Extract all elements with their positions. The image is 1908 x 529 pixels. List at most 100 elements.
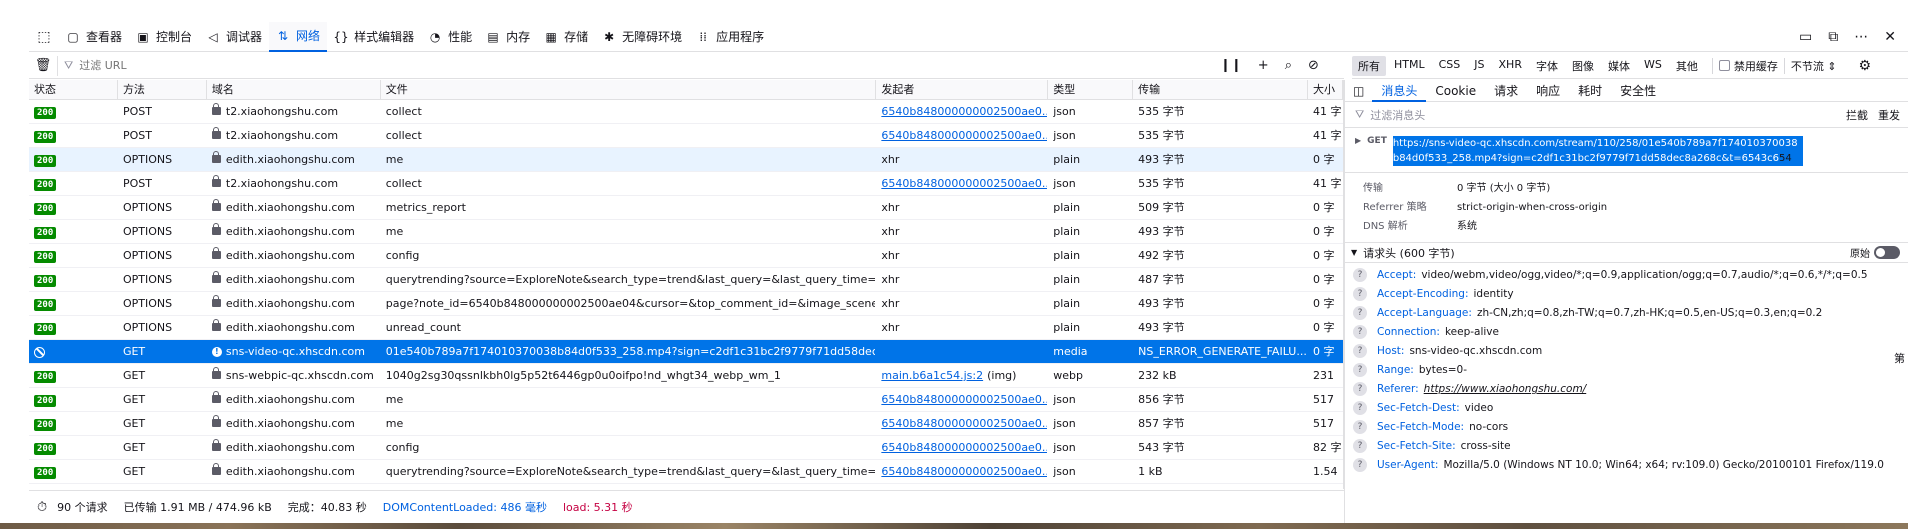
header-row[interactable]: ? Sec-Fetch-Mode: no-cors xyxy=(1353,418,1908,437)
details-tab-0[interactable]: 消息头 xyxy=(1372,80,1427,102)
element-picker-icon[interactable]: ⬚ xyxy=(29,22,59,52)
table-row[interactable]: 200 OPTIONS edith.xiaohongshu.com page?note… xyxy=(29,292,1343,316)
tab-inspector[interactable]: ▢ 查看器 xyxy=(59,22,129,52)
header-row[interactable]: ? Referer: https://www.xiaohongshu.com/ xyxy=(1353,380,1908,399)
help-icon[interactable]: ? xyxy=(1353,458,1367,472)
tab-accessibility[interactable]: ✱ 无障碍环境 xyxy=(595,22,689,52)
help-icon[interactable]: ? xyxy=(1353,306,1367,320)
block-button[interactable]: 拦截 xyxy=(1846,107,1868,123)
request-url[interactable]: https://sns-video-qc.xhscdn.com/stream/1… xyxy=(1392,136,1803,166)
table-row[interactable]: 200 POST t2.xiaohongshu.com collect 6540b848… xyxy=(29,100,1343,124)
help-icon[interactable]: ? xyxy=(1353,420,1367,434)
table-row[interactable]: 200 GET edith.xiaohongshu.com config 6540b84… xyxy=(29,436,1343,460)
block-icon[interactable]: ⊘ xyxy=(1308,58,1319,73)
table-row[interactable]: GET! sns-video-qc.xhscdn.com 01e540b789a7f… xyxy=(29,340,1343,364)
resend-button[interactable]: 重发 xyxy=(1878,107,1900,123)
type-filter-4[interactable]: XHR xyxy=(1493,56,1528,76)
col-file[interactable]: 文件 xyxy=(381,80,877,99)
help-icon[interactable]: ? xyxy=(1353,382,1367,396)
type-filter-6[interactable]: 图像 xyxy=(1566,56,1600,76)
details-tab-3[interactable]: 响应 xyxy=(1527,80,1569,102)
col-domain[interactable]: 域名 xyxy=(207,80,381,99)
pause-icon[interactable]: ❙❙ xyxy=(1220,58,1242,73)
type-filter-8[interactable]: WS xyxy=(1638,56,1668,76)
close-icon[interactable]: ✕ xyxy=(1884,29,1896,45)
filter-url-box[interactable]: ⛛ xyxy=(57,55,1212,76)
search-icon[interactable]: ⌕ xyxy=(1285,58,1292,73)
tab-storage[interactable]: ▦ 存储 xyxy=(537,22,595,52)
table-row[interactable]: 200 OPTIONS edith.xiaohongshu.com unread_co… xyxy=(29,316,1343,340)
dock-icon[interactable]: ⧉ xyxy=(1828,29,1838,45)
help-icon[interactable]: ? xyxy=(1353,268,1367,282)
initiator-link[interactable]: 6540b848000000002500ae0... xyxy=(881,177,1047,190)
trash-icon[interactable]: 🗑 xyxy=(29,58,57,73)
request-headers-section[interactable]: ▼ 请求头 (600 字节) 原始 xyxy=(1345,243,1908,263)
more-options-icon[interactable]: ⋯ xyxy=(1854,29,1868,45)
collapse-arrow-icon[interactable]: ▼ xyxy=(1351,248,1357,257)
help-icon[interactable]: ? xyxy=(1353,439,1367,453)
header-row[interactable]: ? Range: bytes=0- xyxy=(1353,361,1908,380)
help-icon[interactable]: ? xyxy=(1353,287,1367,301)
col-status[interactable]: 状态 xyxy=(29,80,118,99)
table-row[interactable]: 200 GET edith.xiaohongshu.com me 6540b848000… xyxy=(29,388,1343,412)
tab-style-editor[interactable]: {} 样式编辑器 xyxy=(327,22,421,52)
table-row[interactable]: 200 GET edith.xiaohongshu.com me 6540b848000… xyxy=(29,412,1343,436)
throttle-select[interactable]: 不节流 ⇕ xyxy=(1791,58,1837,74)
col-initiator[interactable]: 发起者 xyxy=(876,80,1049,99)
tab-performance[interactable]: ◔ 性能 xyxy=(421,22,479,52)
details-tab-4[interactable]: 耗时 xyxy=(1569,80,1611,102)
initiator-link[interactable]: 6540b848000000002500ae0... xyxy=(881,417,1047,430)
headers-filter[interactable]: ⛛ 过滤消息头 拦截 重发 xyxy=(1345,102,1908,128)
initiator-link[interactable]: 6540b848000000002500ae0... xyxy=(881,129,1047,142)
type-filter-3[interactable]: JS xyxy=(1468,56,1490,76)
header-row[interactable]: ? Accept-Language: zh-CN,zh;q=0.8,zh-TW;q=… xyxy=(1353,304,1908,323)
tab-debugger[interactable]: ◁ 调试器 xyxy=(199,22,269,52)
type-filter-1[interactable]: HTML xyxy=(1388,56,1431,76)
table-row[interactable]: 200 OPTIONS edith.xiaohongshu.com me xhr plai… xyxy=(29,148,1343,172)
details-tab-5[interactable]: 安全性 xyxy=(1611,80,1665,102)
table-row[interactable]: 200 GET edith.xiaohongshu.com querytrending… xyxy=(29,460,1343,484)
raw-toggle[interactable]: 原始 xyxy=(1850,245,1900,260)
header-row[interactable]: ? Host: sns-video-qc.xhscdn.com xyxy=(1353,342,1908,361)
table-row[interactable]: 200 OPTIONS edith.xiaohongshu.com config xhr… xyxy=(29,244,1343,268)
tab-network[interactable]: ⇅ 网络 xyxy=(269,21,328,52)
type-filter-5[interactable]: 字体 xyxy=(1530,56,1564,76)
table-row[interactable]: 200 POST t2.xiaohongshu.com collect 6540b848… xyxy=(29,124,1343,148)
disable-cache-checkbox[interactable]: 禁用缓存 xyxy=(1718,58,1778,74)
initiator-link[interactable]: 6540b848000000002500ae0... xyxy=(881,465,1047,478)
initiator-link[interactable]: 6540b848000000002500ae0... xyxy=(881,393,1047,406)
initiator-link[interactable]: main.b6a1c54.js:2 xyxy=(881,369,983,382)
filter-url-input[interactable] xyxy=(79,59,980,72)
header-row[interactable]: ? Sec-Fetch-Dest: video xyxy=(1353,399,1908,418)
type-filter-0[interactable]: 所有 xyxy=(1352,55,1386,76)
settings-gear-icon[interactable]: ⚙ xyxy=(1859,58,1872,74)
help-icon[interactable]: ? xyxy=(1353,401,1367,415)
add-icon[interactable]: + xyxy=(1258,58,1269,73)
col-type[interactable]: 类型 xyxy=(1048,80,1134,99)
type-filter-2[interactable]: CSS xyxy=(1433,56,1467,76)
tab-memory[interactable]: ▤ 内存 xyxy=(479,22,537,52)
header-row[interactable]: ? User-Agent: Mozilla/5.0 (Windows NT 10.0… xyxy=(1353,456,1908,475)
header-row[interactable]: ? Accept-Encoding: identity xyxy=(1353,285,1908,304)
table-row[interactable]: 200 GET sns-webpic-qc.xhscdn.com 1040g2sg30… xyxy=(29,364,1343,388)
header-row[interactable]: ? Sec-Fetch-Site: cross-site xyxy=(1353,437,1908,456)
initiator-link[interactable]: 6540b848000000002500ae0... xyxy=(881,105,1047,118)
initiator-link[interactable]: 6540b848000000002500ae0... xyxy=(881,441,1047,454)
type-filter-7[interactable]: 媒体 xyxy=(1602,56,1636,76)
col-method[interactable]: 方法 xyxy=(118,80,207,99)
type-filter-9[interactable]: 其他 xyxy=(1670,56,1704,76)
expand-arrow-icon[interactable]: ▶ xyxy=(1355,136,1361,166)
help-icon[interactable]: ? xyxy=(1353,363,1367,377)
table-row[interactable]: 200 POST t2.xiaohongshu.com collect 6540b848… xyxy=(29,172,1343,196)
table-row[interactable]: 200 OPTIONS edith.xiaohongshu.com querytren… xyxy=(29,268,1343,292)
details-tab-1[interactable]: Cookie xyxy=(1426,80,1485,102)
col-size[interactable]: 大小 xyxy=(1308,80,1343,99)
col-transferred[interactable]: 传输 xyxy=(1133,80,1309,99)
tab-console[interactable]: ▣ 控制台 xyxy=(129,22,199,52)
header-row[interactable]: ? Connection: keep-alive xyxy=(1353,323,1908,342)
tab-application[interactable]: ⁞⁞ 应用程序 xyxy=(689,22,771,52)
table-row[interactable]: 200 OPTIONS edith.xiaohongshu.com me xhr plai… xyxy=(29,220,1343,244)
responsive-design-icon[interactable]: ▭ xyxy=(1799,29,1812,45)
help-icon[interactable]: ? xyxy=(1353,344,1367,358)
table-row[interactable]: 200 OPTIONS edith.xiaohongshu.com metrics_r… xyxy=(29,196,1343,220)
